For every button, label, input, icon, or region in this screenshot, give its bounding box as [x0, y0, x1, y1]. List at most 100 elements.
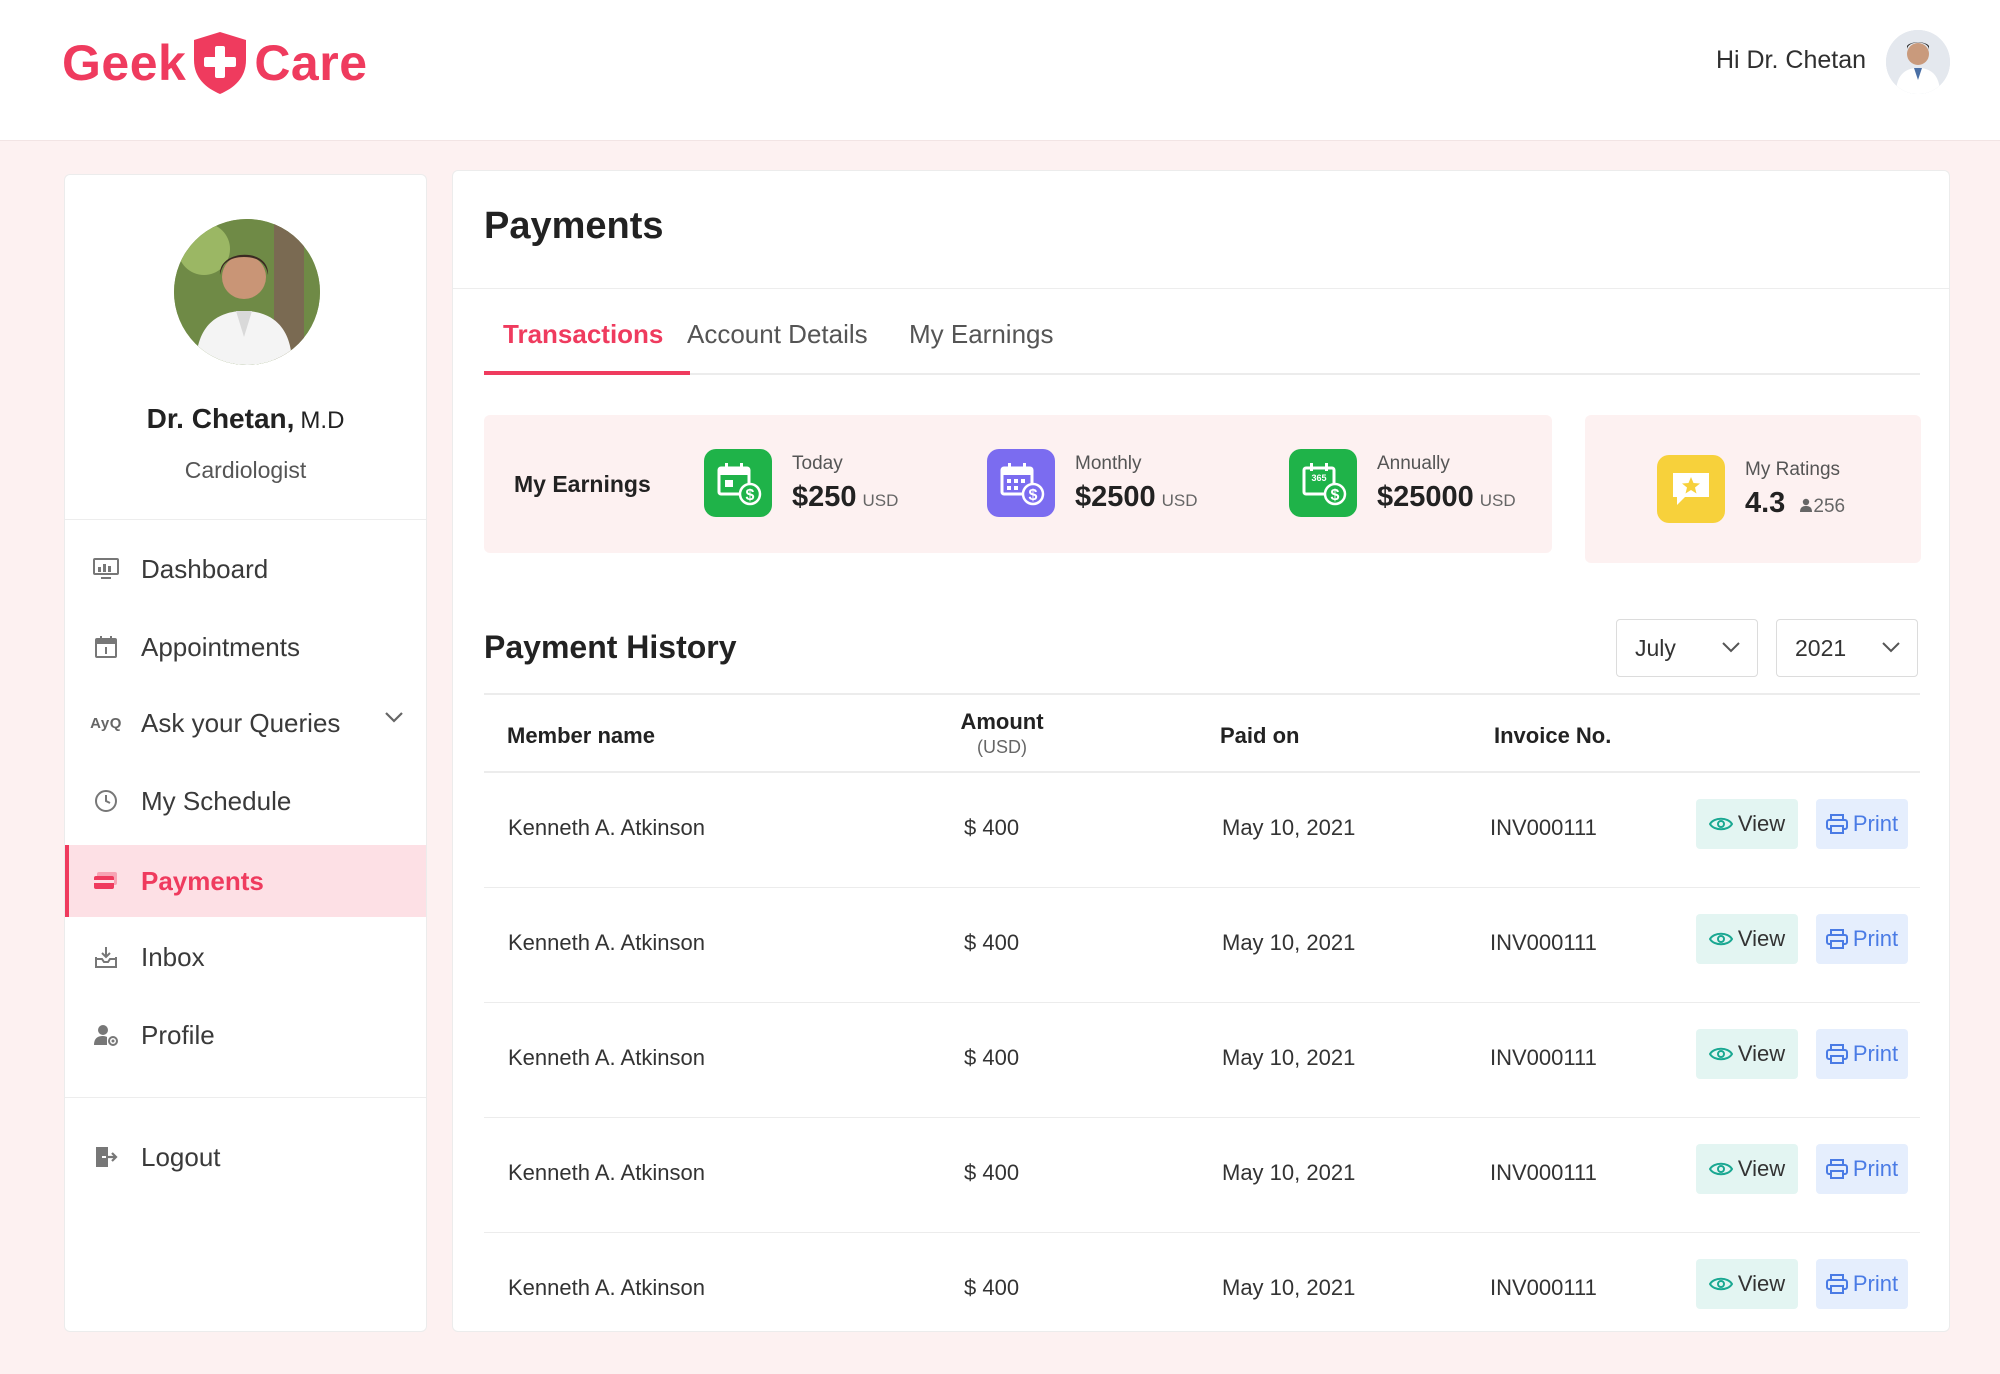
doctor-photo-image — [174, 219, 320, 365]
view-button[interactable]: View — [1696, 1029, 1798, 1079]
stat-ratings: My Ratings 4.3 256 — [1657, 455, 1845, 523]
ratings-count-text: 256 — [1813, 495, 1846, 517]
user-avatar[interactable] — [1886, 30, 1950, 94]
table-row: Kenneth A. Atkinson $ 400 May 10, 2021 I… — [484, 773, 1920, 888]
stat-unit: USD — [1479, 490, 1516, 510]
cell-invoice: INV000111 — [1490, 1160, 1597, 1185]
logo-text-left: Geek — [62, 35, 187, 91]
column-header-amount-unit: (USD) — [977, 737, 1027, 757]
sidebar-item-appointments[interactable]: Appointments — [65, 611, 426, 683]
print-label: Print — [1852, 1271, 1899, 1296]
sidebar-item-inbox[interactable]: Inbox — [65, 921, 426, 993]
logo[interactable]: Geek Care — [62, 30, 368, 96]
chevron-down-icon — [1882, 642, 1900, 653]
view-button[interactable]: View — [1696, 1259, 1798, 1309]
eye-icon — [1708, 1047, 1733, 1061]
stat-label: Monthly — [1075, 452, 1142, 474]
sidebar-item-profile[interactable]: Profile — [65, 999, 426, 1071]
logout-icon — [91, 1142, 121, 1172]
chevron-down-icon — [1722, 642, 1740, 653]
stat-annually: 365 $ Annually $25000 USD — [1289, 449, 1516, 517]
sidebar-item-label: Profile — [141, 1019, 215, 1050]
sidebar-item-dashboard[interactable]: Dashboard — [65, 533, 426, 605]
cell-member: Kenneth A. Atkinson — [508, 815, 705, 840]
logout-button[interactable]: Logout — [65, 1121, 426, 1193]
view-label: View — [1737, 1041, 1786, 1066]
ratings-summary: My Ratings 4.3 256 — [1585, 415, 1921, 563]
sidebar-item-my-schedule[interactable]: My Schedule — [65, 765, 426, 837]
stat-label: Today — [792, 452, 843, 474]
earnings-summary: My Earnings $ Today $250 USD $ Monthly $2… — [484, 415, 1552, 553]
view-button[interactable]: View — [1696, 799, 1798, 849]
calendar-badge: 365 — [1311, 473, 1326, 483]
print-button[interactable]: Print — [1816, 1144, 1908, 1194]
ratings-value-row: 4.3 256 — [1745, 487, 1845, 520]
calendar-grid-dollar-icon: $ — [987, 449, 1055, 517]
print-button[interactable]: Print — [1816, 799, 1908, 849]
view-label: View — [1737, 1156, 1786, 1181]
card-icon — [91, 866, 121, 896]
print-button[interactable]: Print — [1816, 1259, 1908, 1309]
tab-transactions[interactable]: Transactions — [503, 319, 663, 350]
ayq-icon: AyQ — [90, 714, 122, 732]
table-row: Kenneth A. Atkinson $ 400 May 10, 2021 I… — [484, 1118, 1920, 1233]
clock-icon — [91, 786, 121, 816]
sidebar-item-label: Inbox — [141, 941, 205, 972]
sidebar-item-ask-queries[interactable]: AyQ Ask your Queries — [65, 687, 426, 759]
sidebar: Dr. Chetan, M.D Cardiologist Dashboard Ap… — [64, 174, 427, 1332]
print-label: Print — [1852, 1156, 1899, 1181]
calendar-dollar-icon: $ — [704, 449, 772, 517]
table-header: Member name Amount (USD) Paid on Invoice… — [484, 693, 1920, 773]
stat-unit: USD — [862, 490, 899, 510]
page-title: Payments — [484, 205, 664, 247]
month-select[interactable]: July — [1616, 619, 1758, 677]
year-select[interactable]: 2021 — [1776, 619, 1918, 677]
logo-text-right: Care — [254, 35, 368, 91]
chevron-down-icon[interactable] — [384, 711, 404, 723]
view-button[interactable]: View — [1696, 1144, 1798, 1194]
profile-settings-icon — [91, 1020, 121, 1050]
stat-today: $ Today $250 USD — [704, 449, 898, 517]
stat-value: $25000 USD — [1377, 481, 1516, 514]
app-header: Geek Care Hi Dr. Chetan — [0, 0, 2000, 141]
printer-icon — [1825, 1274, 1848, 1294]
sidebar-item-label: My Schedule — [141, 785, 292, 816]
avatar-image — [1886, 30, 1950, 94]
doctor-specialty: Cardiologist — [184, 457, 307, 483]
print-button[interactable]: Print — [1816, 914, 1908, 964]
cell-member: Kenneth A. Atkinson — [508, 930, 705, 955]
column-header-member: Member name — [507, 723, 655, 748]
view-button[interactable]: View — [1696, 914, 1798, 964]
payment-tabs: Transactions Account Details My Earnings — [484, 287, 1920, 375]
calendar-icon — [91, 632, 121, 662]
sidebar-item-label: Appointments — [141, 631, 300, 662]
column-header-invoice: Invoice No. — [1494, 723, 1612, 748]
column-header-amount: Amount (USD) — [954, 709, 1050, 758]
sidebar-item-payments[interactable]: Payments — [65, 845, 426, 917]
user-icon — [1800, 498, 1813, 512]
main-content: Payments Transactions Account Details My… — [452, 170, 1950, 1332]
tab-account-details[interactable]: Account Details — [687, 319, 868, 350]
print-button[interactable]: Print — [1816, 1029, 1908, 1079]
cell-invoice: INV000111 — [1490, 1045, 1597, 1070]
cell-paid-on: May 10, 2021 — [1222, 1160, 1356, 1185]
stat-value: $2500 USD — [1075, 481, 1198, 514]
view-label: View — [1737, 926, 1786, 951]
eye-icon — [1708, 1162, 1733, 1176]
earnings-label: My Earnings — [514, 471, 651, 497]
stat-monthly: $ Monthly $2500 USD — [987, 449, 1198, 517]
doctor-degree: M.D — [300, 407, 345, 434]
view-label: View — [1737, 811, 1786, 836]
cell-amount: $ 400 — [964, 930, 1020, 955]
tab-my-earnings[interactable]: My Earnings — [909, 319, 1054, 350]
stat-amount: $2500 — [1075, 480, 1156, 513]
ratings-label: My Ratings — [1745, 458, 1841, 480]
payment-history-title: Payment History — [484, 629, 737, 665]
sidebar-item-label: Ask your Queries — [141, 707, 341, 738]
cell-member: Kenneth A. Atkinson — [508, 1275, 705, 1300]
logout-label: Logout — [141, 1141, 221, 1172]
table-row: Kenneth A. Atkinson $ 400 May 10, 2021 I… — [484, 1003, 1920, 1118]
star-message-icon — [1657, 455, 1725, 523]
eye-icon — [1708, 932, 1733, 946]
cell-amount: $ 400 — [964, 815, 1020, 840]
